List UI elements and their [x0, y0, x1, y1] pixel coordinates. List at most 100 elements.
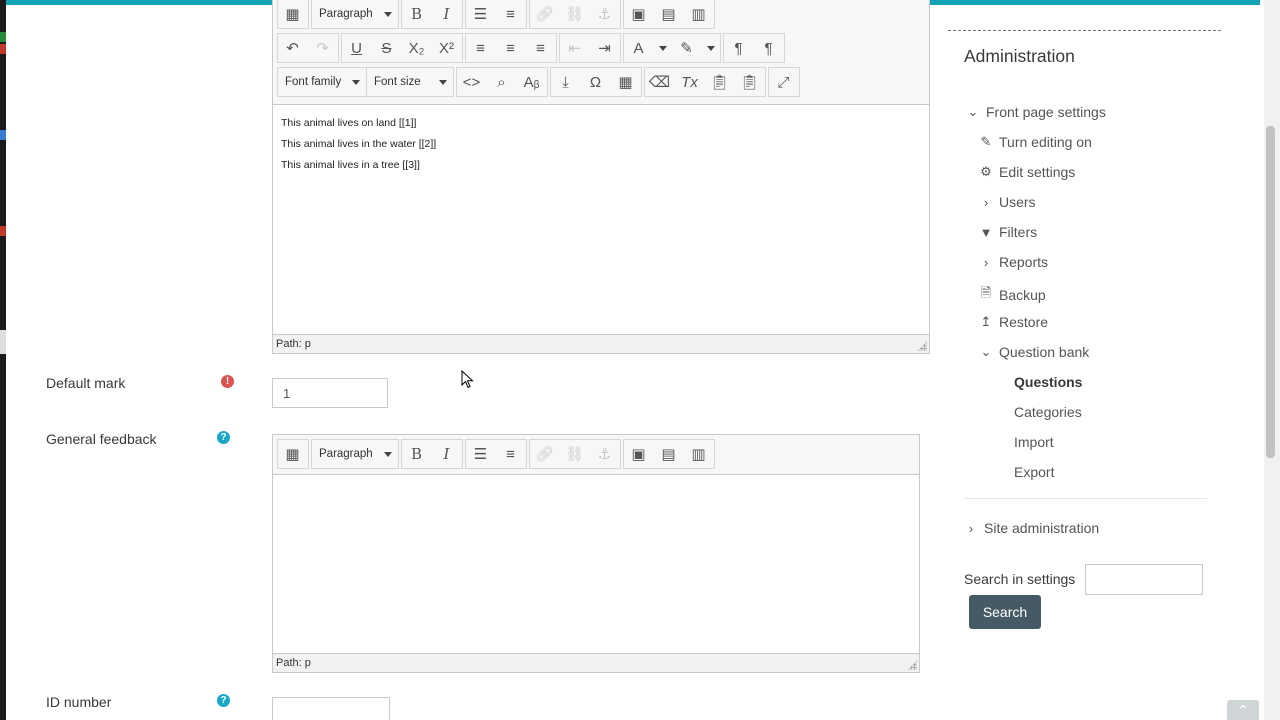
undo-icon[interactable]: ↶	[278, 34, 308, 62]
chevron-down-icon: ⌄	[967, 104, 979, 119]
nav-categories[interactable]: Categories	[1014, 404, 1082, 420]
align-center-icon[interactable]: ≡	[496, 34, 526, 62]
underline-icon[interactable]: U	[342, 34, 372, 62]
align-right-icon[interactable]: ≡	[526, 34, 556, 62]
indent-icon[interactable]: ⇥	[590, 34, 620, 62]
help-icon[interactable]: ?	[217, 694, 230, 707]
search-replace-icon[interactable]: ⌕	[487, 68, 517, 96]
editor-line-2: This animal lives in the water [[2]]	[281, 138, 437, 150]
pencil-icon: ✎	[980, 134, 992, 149]
numbered-list-icon[interactable]: ≡	[496, 440, 526, 468]
ltr-icon[interactable]: ¶	[724, 34, 754, 62]
feedback-toolbar: ▦ Paragraph B I ☰ ≡ 🔗︎ ⛓ ⚓︎ ▣ ▤ ▥	[273, 435, 919, 475]
source-code-icon[interactable]: <>	[457, 68, 487, 96]
superscript-icon[interactable]: X²	[432, 34, 462, 62]
toolbar-row-1: ▦ Paragraph B I ☰ ≡ 🔗︎ ⛓ ⚓︎ ▣ ▤ ▥	[277, 0, 717, 29]
insert-icon[interactable]: ⤓	[551, 68, 581, 96]
general-feedback-label: General feedback	[46, 431, 157, 447]
table-icon[interactable]: ▦	[611, 68, 641, 96]
nav-users[interactable]: › Users	[979, 194, 1036, 210]
search-settings-label: Search in settings	[964, 571, 1076, 587]
divider	[964, 498, 1207, 499]
link-icon[interactable]: 🔗︎	[530, 440, 560, 468]
unlink-icon[interactable]: ⛓	[560, 0, 590, 28]
bold-icon[interactable]: B	[402, 440, 432, 468]
required-icon: !	[221, 375, 234, 388]
anchor-icon[interactable]: ⚓︎	[590, 0, 620, 28]
clear-format-icon[interactable]: ⌫	[645, 68, 675, 96]
filter-icon: ▼	[979, 224, 993, 240]
media-icon[interactable]: ▤	[654, 0, 684, 28]
font-size-select[interactable]: Font size	[367, 68, 453, 96]
image-icon[interactable]: ▣	[624, 440, 654, 468]
feedback-content[interactable]	[273, 475, 919, 652]
nav-edit-settings[interactable]: ⚙ Edit settings	[979, 164, 1075, 180]
bullet-list-icon[interactable]: ☰	[466, 440, 496, 468]
media-icon[interactable]: ▤	[654, 440, 684, 468]
fullscreen-icon[interactable]: ⤢	[769, 68, 799, 96]
feedback-toolbar-row: ▦ Paragraph B I ☰ ≡ 🔗︎ ⛓ ⚓︎ ▣ ▤ ▥	[277, 439, 717, 469]
nav-questions[interactable]: Questions	[1014, 374, 1082, 390]
search-button[interactable]: Search	[969, 595, 1041, 629]
paste-word-icon[interactable]: 📋︎	[735, 68, 765, 96]
remove-format-icon[interactable]: Tx	[675, 68, 705, 96]
font-family-select[interactable]: Font family	[278, 68, 367, 96]
redo-icon[interactable]: ↷	[308, 34, 338, 62]
nav-backup[interactable]: 🗎 Backup	[979, 284, 1046, 306]
scroll-to-top-button[interactable]: ⌃	[1227, 700, 1259, 720]
strikethrough-icon[interactable]: S	[372, 34, 402, 62]
help-icon[interactable]: ?	[217, 431, 230, 444]
nav-import[interactable]: Import	[1014, 434, 1054, 450]
nav-reports[interactable]: › Reports	[979, 254, 1048, 270]
feedback-format-select[interactable]: Paragraph	[312, 440, 398, 468]
editor-path: Path: p	[276, 338, 311, 350]
search-settings-input[interactable]	[1085, 564, 1203, 595]
scrollbar-thumb[interactable]	[1266, 126, 1275, 458]
bullet-list-icon[interactable]: ☰	[466, 0, 496, 28]
question-text-editor: ▦ Paragraph B I ☰ ≡ 🔗︎ ⛓ ⚓︎ ▣ ▤ ▥ ↶ ↷ U …	[272, 0, 930, 354]
nav-restore[interactable]: ↥ Restore	[979, 314, 1048, 330]
nav-front-page-settings[interactable]: ⌄ Front page settings	[966, 104, 1106, 120]
rtl-icon[interactable]: ¶	[754, 34, 784, 62]
nav-turn-editing-on[interactable]: ✎ Turn editing on	[979, 134, 1092, 150]
italic-icon[interactable]: I	[432, 440, 462, 468]
align-left-icon[interactable]: ≡	[466, 34, 496, 62]
anchor-icon[interactable]: ⚓︎	[590, 440, 620, 468]
special-char-icon[interactable]: Ω	[581, 68, 611, 96]
spellcheck-icon[interactable]: Aᵦ	[517, 68, 547, 96]
default-mark-input[interactable]: 1	[272, 378, 388, 408]
text-color-dropdown-icon[interactable]	[654, 34, 672, 62]
background-color-icon[interactable]: ✎	[672, 34, 702, 62]
mouse-cursor-icon	[461, 369, 475, 390]
nav-filters[interactable]: ▼ Filters	[979, 224, 1038, 240]
editor-line-3: This animal lives in a tree [[3]]	[281, 159, 420, 171]
link-icon[interactable]: 🔗︎	[530, 0, 560, 28]
editor-content[interactable]: This animal lives on land [[1]] This ani…	[273, 111, 929, 186]
italic-icon[interactable]: I	[432, 0, 462, 28]
chevron-right-icon: ›	[983, 194, 989, 210]
format-select[interactable]: Paragraph	[312, 0, 398, 28]
outdent-icon[interactable]: ⇤	[560, 34, 590, 62]
chevron-right-icon: ›	[983, 254, 989, 270]
nav-question-bank[interactable]: ⌄ Question bank	[979, 344, 1090, 360]
nav-export[interactable]: Export	[1014, 464, 1054, 480]
toolbar-toggle-icon[interactable]: ▦	[278, 440, 308, 468]
background-color-dropdown-icon[interactable]	[702, 34, 720, 62]
upload-icon: ↥	[980, 314, 992, 329]
editor-toolbar: ▦ Paragraph B I ☰ ≡ 🔗︎ ⛓ ⚓︎ ▣ ▤ ▥ ↶ ↷ U …	[273, 0, 929, 105]
subscript-icon[interactable]: X₂	[402, 34, 432, 62]
toolbar-toggle-icon[interactable]: ▦	[278, 0, 308, 28]
file-manager-icon[interactable]: ▥	[684, 0, 714, 28]
numbered-list-icon[interactable]: ≡	[496, 0, 526, 28]
unlink-icon[interactable]: ⛓	[560, 440, 590, 468]
file-icon: 🗎	[980, 285, 992, 300]
id-number-input[interactable]	[272, 697, 390, 720]
bold-icon[interactable]: B	[402, 0, 432, 28]
chevron-up-icon: ⌃	[1237, 702, 1249, 718]
toolbar-row-2: ↶ ↷ U S X₂ X² ≡ ≡ ≡ ⇤ ⇥ A ✎ ¶ ¶	[277, 33, 787, 63]
image-icon[interactable]: ▣	[624, 0, 654, 28]
nav-site-administration[interactable]: › Site administration	[964, 520, 1099, 536]
paste-icon[interactable]: 📋︎	[705, 68, 735, 96]
text-color-icon[interactable]: A	[624, 34, 654, 62]
file-manager-icon[interactable]: ▥	[684, 440, 714, 468]
